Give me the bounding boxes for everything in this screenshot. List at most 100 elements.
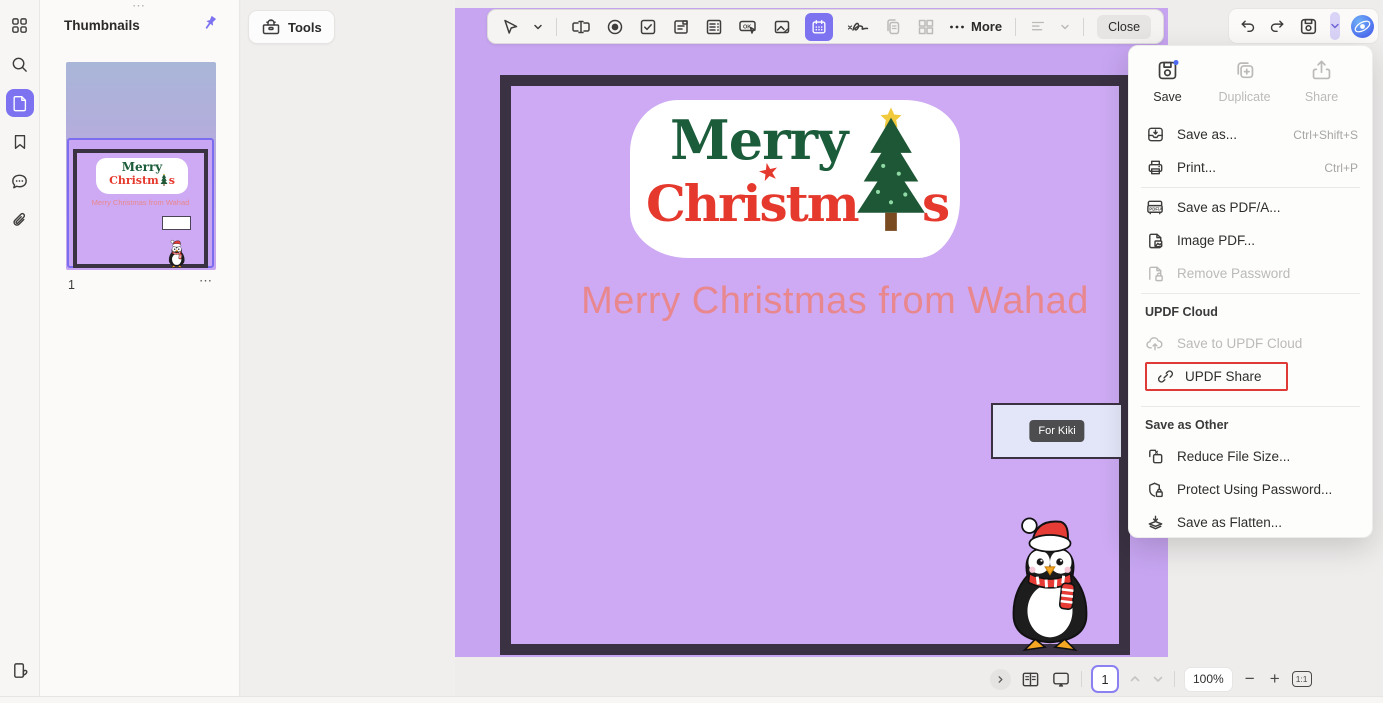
menu-item-protect-password[interactable]: Protect Using Password... — [1129, 473, 1372, 506]
signature-field-tool-icon[interactable] — [846, 17, 870, 37]
mini-tree-icon — [160, 173, 168, 186]
menu-item-reduce-file-size[interactable]: Reduce File Size... — [1129, 440, 1372, 473]
date-field-tool-icon-selected[interactable] — [805, 13, 833, 41]
page-thumbnail[interactable]: Merry Christm s Merry Christmas from Wah… — [66, 62, 216, 270]
pointer-tool-icon[interactable] — [500, 17, 520, 37]
mini-penguin — [166, 239, 187, 268]
save-icon[interactable] — [1298, 16, 1319, 37]
reader-mode-icon[interactable] — [6, 656, 34, 684]
share-action-disabled: Share — [1283, 58, 1360, 118]
save-dropdown-menu: Save Duplicate Share Save as... Ctrl+Shi… — [1128, 45, 1373, 538]
tools-button[interactable]: Tools — [248, 10, 335, 44]
save-action[interactable]: Save — [1129, 58, 1206, 118]
mini-sticker-line2-right: s — [169, 175, 175, 186]
statusbar-divider — [1081, 671, 1082, 687]
undo-icon[interactable] — [1238, 17, 1257, 36]
pdfa-icon: PDF/A — [1145, 198, 1165, 217]
save-as-icon — [1145, 125, 1165, 144]
christmas-tree-icon — [852, 106, 930, 231]
cloud-upload-icon — [1145, 334, 1165, 353]
checkbox-tool-icon[interactable] — [638, 17, 658, 37]
image-pdf-icon — [1145, 231, 1165, 250]
workspace-background — [241, 0, 455, 703]
thumbnail-page-number: 1 — [68, 278, 75, 292]
document-canvas[interactable]: Merry ★ Christm s Merry Christmas from W… — [455, 8, 1168, 657]
menu-item-updf-share-highlighted[interactable]: UPDF Share — [1129, 360, 1372, 393]
attachments-icon[interactable] — [6, 206, 34, 234]
mini-sticker-line2-left: Christm — [109, 175, 159, 186]
dropdown-field-tool-icon[interactable] — [671, 17, 691, 37]
menu-item-save-as[interactable]: Save as... Ctrl+Shift+S — [1129, 118, 1372, 151]
previous-page-chevron-icon — [1128, 672, 1142, 686]
menu-item-save-as-pdfa[interactable]: PDF/A Save as PDF/A... — [1129, 191, 1372, 224]
close-button[interactable]: Close — [1097, 15, 1151, 39]
duplicate-icon — [1232, 58, 1257, 83]
left-icon-rail — [0, 0, 40, 703]
text-field-tool-icon[interactable] — [570, 17, 592, 37]
list-box-tool-icon[interactable] — [704, 17, 724, 37]
actual-size-button[interactable]: 1:1 — [1292, 671, 1312, 687]
zoom-level[interactable]: 100% — [1184, 667, 1233, 692]
thumbnail-more-icon[interactable]: ⋯ — [199, 273, 213, 289]
bookmarks-icon[interactable] — [6, 128, 34, 156]
form-toolbar: OK More Close — [487, 9, 1164, 44]
page-number-input[interactable]: 1 — [1091, 665, 1119, 693]
penguin-illustration[interactable] — [1000, 513, 1098, 652]
viewport-indicator[interactable]: Merry Christm s Merry Christmas from Wah… — [67, 138, 214, 268]
toolbox-icon — [261, 17, 281, 37]
top-right-controls — [1228, 8, 1379, 44]
cloud-section-header: UPDF Cloud — [1129, 297, 1372, 327]
next-page-chevron-icon — [1151, 672, 1165, 686]
flatten-layers-icon — [1145, 513, 1165, 532]
menu-divider — [1141, 406, 1360, 407]
bottom-strip — [0, 696, 1383, 703]
svg-text:PDF/A: PDF/A — [1149, 207, 1163, 212]
layout-grid-icon-disabled — [916, 17, 936, 37]
greeting-text[interactable]: Merry Christmas from Wahad — [520, 280, 1150, 323]
redo-icon[interactable] — [1268, 17, 1287, 36]
merry-christmas-sticker[interactable]: Merry ★ Christm s — [630, 100, 960, 258]
ellipsis-icon — [949, 24, 965, 30]
image-field-tool-icon[interactable] — [772, 17, 792, 37]
menu-top-actions: Save Duplicate Share — [1129, 58, 1372, 118]
protect-shield-icon — [1145, 480, 1165, 499]
thumbnails-panel-icon[interactable] — [6, 89, 34, 117]
panel-title: Thumbnails — [64, 18, 140, 33]
menu-item-print[interactable]: Print... Ctrl+P — [1129, 151, 1372, 184]
link-icon — [1155, 367, 1175, 386]
field-tooltip: For Kiki — [1029, 420, 1084, 442]
align-fields-icon-disabled — [1029, 18, 1047, 36]
mini-card: Merry Christm s Merry Christmas from Wah… — [73, 149, 208, 268]
align-chevron-icon-disabled — [1060, 22, 1070, 32]
two-page-view-icon[interactable] — [1020, 670, 1041, 689]
menu-item-image-pdf[interactable]: Image PDF... — [1129, 224, 1372, 257]
comments-icon[interactable] — [6, 167, 34, 195]
statusbar-divider — [1174, 671, 1175, 687]
zoom-out-button[interactable]: − — [1242, 669, 1258, 689]
menu-divider — [1141, 293, 1360, 294]
home-grid-icon[interactable] — [6, 11, 34, 39]
pointer-dropdown-chevron-icon[interactable] — [533, 22, 543, 32]
thumbnails-panel: ⋯ Thumbnails Merry Christm s Merry Chris… — [40, 0, 240, 703]
menu-item-save-as-flatten[interactable]: Save as Flatten... — [1129, 506, 1372, 539]
expand-chevron-icon[interactable] — [990, 669, 1011, 690]
save-dropdown-chevron-icon[interactable] — [1330, 12, 1340, 40]
pin-icon[interactable] — [201, 14, 219, 32]
presentation-mode-icon[interactable] — [1050, 670, 1072, 689]
more-button[interactable]: More — [949, 19, 1002, 34]
button-field-tool-icon[interactable]: OK — [737, 17, 759, 37]
save-action-icon — [1155, 58, 1180, 83]
more-button-label: More — [971, 19, 1002, 34]
remove-password-icon — [1145, 264, 1165, 283]
mini-greeting: Merry Christmas from Wahad — [77, 198, 204, 207]
thumbnail-page-row: 1 ⋯ — [40, 276, 239, 296]
zoom-in-button[interactable]: + — [1267, 669, 1283, 689]
panel-drag-handle[interactable]: ⋯ — [40, 0, 239, 12]
sticker-line2-left: Christm — [646, 174, 858, 233]
duplicate-action-disabled: Duplicate — [1206, 58, 1283, 118]
user-avatar[interactable] — [1351, 15, 1374, 38]
status-bar: 1 100% − + 1:1 — [990, 662, 1312, 696]
mini-sticker: Merry Christm s — [96, 158, 188, 194]
search-icon[interactable] — [6, 50, 34, 78]
radio-button-tool-icon[interactable] — [605, 17, 625, 37]
